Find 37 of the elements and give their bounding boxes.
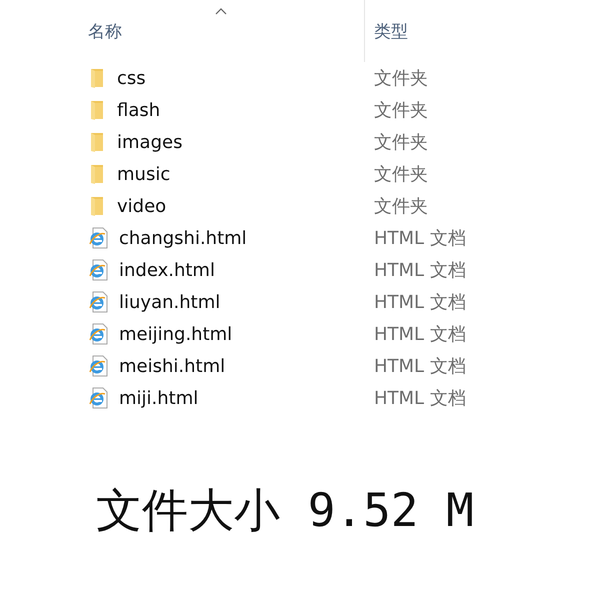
web-page-icon — [88, 387, 108, 409]
file-name[interactable]: changshi.html — [88, 224, 374, 252]
web-page-icon — [88, 355, 108, 377]
file-type: 文件夹 — [374, 194, 429, 218]
file-name[interactable]: liuyan.html — [88, 288, 374, 316]
file-type: 文件夹 — [374, 130, 429, 154]
folder-icon — [88, 196, 106, 216]
file-type: 文件夹 — [374, 66, 429, 90]
folder-icon — [88, 164, 106, 184]
file-size-caption: 文件大小 9.52 M — [95, 482, 475, 539]
column-header[interactable]: 类型 — [364, 0, 600, 62]
file-name[interactable]: meijing.html — [88, 320, 374, 348]
file-name[interactable]: video — [88, 192, 374, 220]
folder-icon — [88, 68, 106, 88]
web-page-icon — [88, 259, 108, 281]
file-type: 文件夹 — [374, 98, 429, 122]
file-type: HTML 文档 — [374, 386, 467, 410]
web-page-icon — [88, 291, 108, 313]
folder-icon — [88, 100, 106, 120]
column-header[interactable]: 名称 — [88, 0, 364, 62]
file-name[interactable]: css — [88, 64, 374, 92]
file-type: HTML 文档 — [374, 290, 467, 314]
sort-up-icon — [215, 8, 227, 15]
file-type: HTML 文档 — [374, 258, 467, 282]
file-name[interactable]: meishi.html — [88, 352, 374, 380]
folder-icon — [88, 132, 106, 152]
file-name[interactable]: music — [88, 160, 374, 188]
file-name[interactable]: flash — [88, 96, 374, 124]
file-name[interactable]: miji.html — [88, 384, 374, 412]
file-type: HTML 文档 — [374, 354, 467, 378]
file-type: HTML 文档 — [374, 322, 467, 346]
file-type: 文件夹 — [374, 162, 429, 186]
web-page-icon — [88, 323, 108, 345]
web-page-icon — [88, 227, 108, 249]
file-name[interactable]: images — [88, 128, 374, 156]
file-name[interactable]: index.html — [88, 256, 374, 284]
file-type: HTML 文档 — [374, 226, 467, 250]
